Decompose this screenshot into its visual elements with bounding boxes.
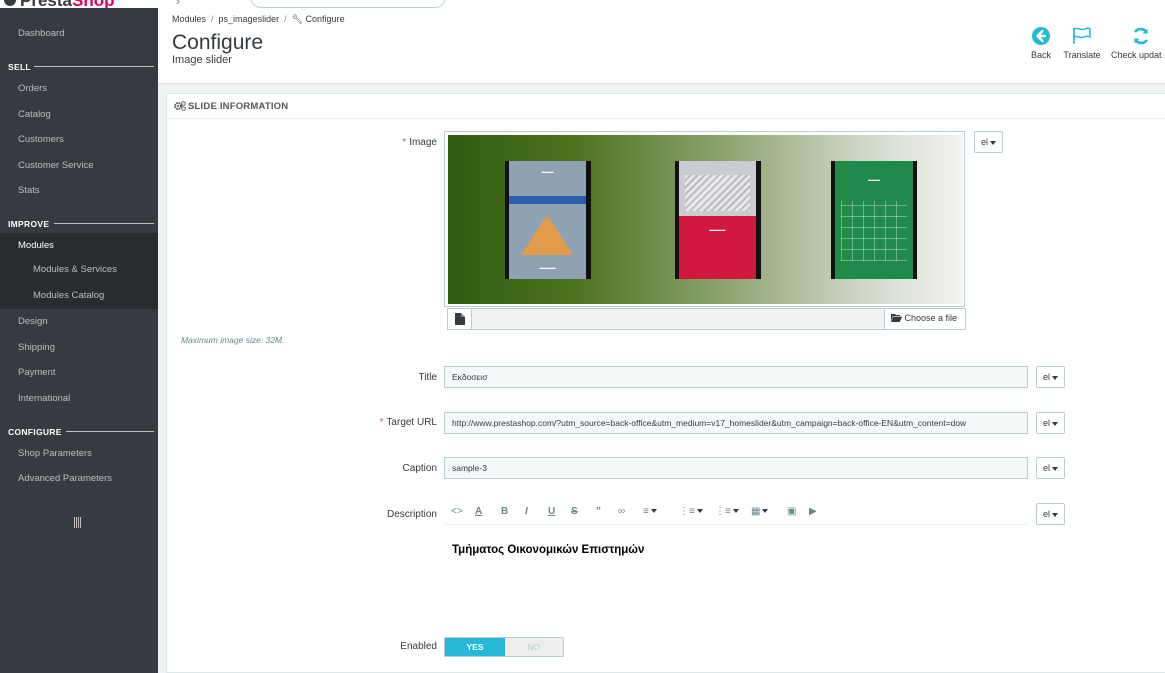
code-view-icon[interactable]: <> (451, 506, 463, 517)
folder-open-icon (891, 313, 905, 323)
file-upload: Choose a file (447, 308, 966, 330)
image-label: * Image (402, 137, 437, 148)
title-language-dropdown[interactable]: el (1036, 366, 1066, 388)
image-icon[interactable]: ▣ (787, 506, 796, 517)
page-header: Modules / ps_imageslider / 🔧︎ Configure Conf… (158, 8, 1165, 84)
sidebar-item-shop-parameters[interactable]: Shop Parameters (18, 448, 92, 459)
back-button[interactable]: Back (1027, 26, 1055, 60)
caption-label: Caption (402, 463, 437, 474)
sidebar-item-modules[interactable]: Modules (18, 240, 54, 251)
check-update-button[interactable]: Check updat (1111, 26, 1165, 60)
check-update-label: Check updat (1111, 50, 1162, 60)
book-cover: ▬▬▬ ▬▬▬▬ (505, 161, 591, 279)
section-divider (34, 66, 154, 67)
sidebar-subitem-modules-services[interactable]: Modules & Services (33, 264, 117, 275)
book-cover: ▬▬▬ (831, 161, 917, 279)
target-url-label: * Target URL (379, 417, 437, 428)
image-language-dropdown[interactable]: el (974, 131, 1004, 153)
sidebar-item-orders[interactable]: Orders (18, 83, 47, 94)
breadcrumb-configure[interactable]: Configure (306, 14, 345, 24)
logo-icon (4, 0, 16, 6)
url-language-dropdown[interactable]: el (1036, 412, 1066, 434)
sidebar-item-shipping[interactable]: Shipping (18, 342, 55, 353)
sidebar-item-dashboard[interactable]: Dashboard (18, 28, 64, 39)
bold-icon[interactable]: B (501, 506, 508, 517)
translate-label: Translate (1063, 50, 1101, 60)
table-icon[interactable]: ▦ (751, 506, 769, 517)
sidebar-section-improve: IMPROVE (8, 219, 50, 229)
link-icon[interactable]: ∞ (618, 506, 625, 517)
page-subtitle: Image slider (172, 54, 232, 66)
sidebar-item-payment[interactable]: Payment (18, 367, 56, 378)
breadcrumb-module[interactable]: ps_imageslider (219, 14, 280, 24)
enabled-no-option[interactable]: NO (505, 638, 563, 656)
back-label: Back (1030, 50, 1051, 60)
caret-down-icon (1052, 466, 1059, 471)
strikethrough-icon[interactable]: S (571, 506, 578, 517)
caret-down-icon (1052, 375, 1059, 380)
breadcrumb: Modules / ps_imageslider / 🔧︎ Configure (172, 14, 345, 24)
flag-icon (1073, 27, 1091, 44)
choose-file-button[interactable]: Choose a file (884, 309, 965, 329)
section-divider (66, 431, 154, 432)
enabled-yes-option[interactable]: YES (445, 638, 505, 656)
bullet-list-icon[interactable]: ⋮≡ (679, 506, 703, 517)
blockquote-icon[interactable]: ” (596, 506, 601, 517)
top-bar: PrestaShop › (0, 0, 1165, 8)
file-icon (448, 309, 472, 329)
collapse-sidebar-icon[interactable] (74, 517, 83, 528)
image-preview: ▬▬▬ ▬▬▬▬ ▬▬▬▬ ▬▬▬ (444, 131, 965, 307)
description-editor[interactable]: Τμήματος Οικονομικών Επιστημών (452, 544, 644, 556)
caption-language-dropdown[interactable]: el (1036, 457, 1066, 479)
video-icon[interactable]: ▶ (809, 506, 817, 517)
page-title: Configure (172, 31, 264, 54)
sidebar-section-sell: SELL (8, 62, 31, 72)
chevron-icon[interactable]: › (176, 0, 180, 8)
align-icon[interactable]: ≡ (643, 506, 657, 517)
sidebar-item-international[interactable]: International (18, 393, 70, 404)
panel-heading: SLIDE INFORMATION (167, 94, 1165, 119)
target-url-input[interactable]: http://www.prestashop.com/?utm_source=ba… (444, 412, 1028, 434)
wrench-icon: 🔧︎ (291, 14, 304, 24)
description-label: Description (386, 509, 437, 520)
book-cover: ▬▬▬▬ (675, 161, 761, 279)
italic-icon[interactable]: I (525, 506, 528, 517)
sidebar: Dashboard SELL Orders Catalog Customers … (0, 8, 158, 673)
caret-down-icon (990, 140, 997, 145)
panel-title: SLIDE INFORMATION (188, 101, 289, 112)
sidebar-item-design[interactable]: Design (18, 316, 48, 327)
sidebar-section-configure: CONFIGURE (8, 427, 62, 437)
rich-text-toolbar: <> A B I U S ” ∞ ≡ ⋮≡ ⋮≡ ▦ ▣ ▶ (444, 503, 1028, 525)
required-marker: * (402, 137, 407, 148)
sidebar-item-catalog[interactable]: Catalog (18, 109, 51, 120)
max-image-size-help: Maximum image size: 32M. (181, 335, 285, 345)
search-input[interactable] (250, 0, 446, 8)
section-divider (54, 223, 154, 224)
translate-button[interactable]: Translate (1062, 26, 1102, 60)
title-input[interactable]: Εκδοσεισ (444, 366, 1028, 388)
file-name-input[interactable] (472, 309, 885, 329)
underline-icon[interactable]: U (548, 506, 555, 517)
slide-image: ▬▬▬ ▬▬▬▬ ▬▬▬▬ ▬▬▬ (448, 135, 963, 304)
brand-logo[interactable]: PrestaShop (20, 0, 114, 8)
numbered-list-icon[interactable]: ⋮≡ (715, 506, 739, 517)
required-marker: * (379, 417, 384, 428)
enabled-switch[interactable]: YES NO (444, 637, 564, 657)
caption-input[interactable]: sample-3 (444, 457, 1028, 479)
arrow-left-circle-icon (1032, 27, 1050, 45)
caret-down-icon (1052, 512, 1059, 517)
title-label: Title (418, 372, 437, 383)
description-language-dropdown[interactable]: el (1036, 503, 1066, 525)
sidebar-item-stats[interactable]: Stats (18, 185, 40, 196)
sidebar-item-customer-service[interactable]: Customer Service (18, 160, 94, 171)
sidebar-item-customers[interactable]: Customers (18, 134, 64, 145)
breadcrumb-modules[interactable]: Modules (172, 14, 206, 24)
caret-down-icon (1052, 421, 1059, 426)
refresh-icon (1133, 27, 1149, 45)
text-color-icon[interactable]: A (475, 506, 482, 517)
cogs-icon (174, 101, 186, 111)
enabled-label: Enabled (400, 641, 437, 652)
sidebar-item-advanced-parameters[interactable]: Advanced Parameters (18, 473, 112, 484)
sidebar-subitem-modules-catalog[interactable]: Modules Catalog (33, 290, 104, 301)
